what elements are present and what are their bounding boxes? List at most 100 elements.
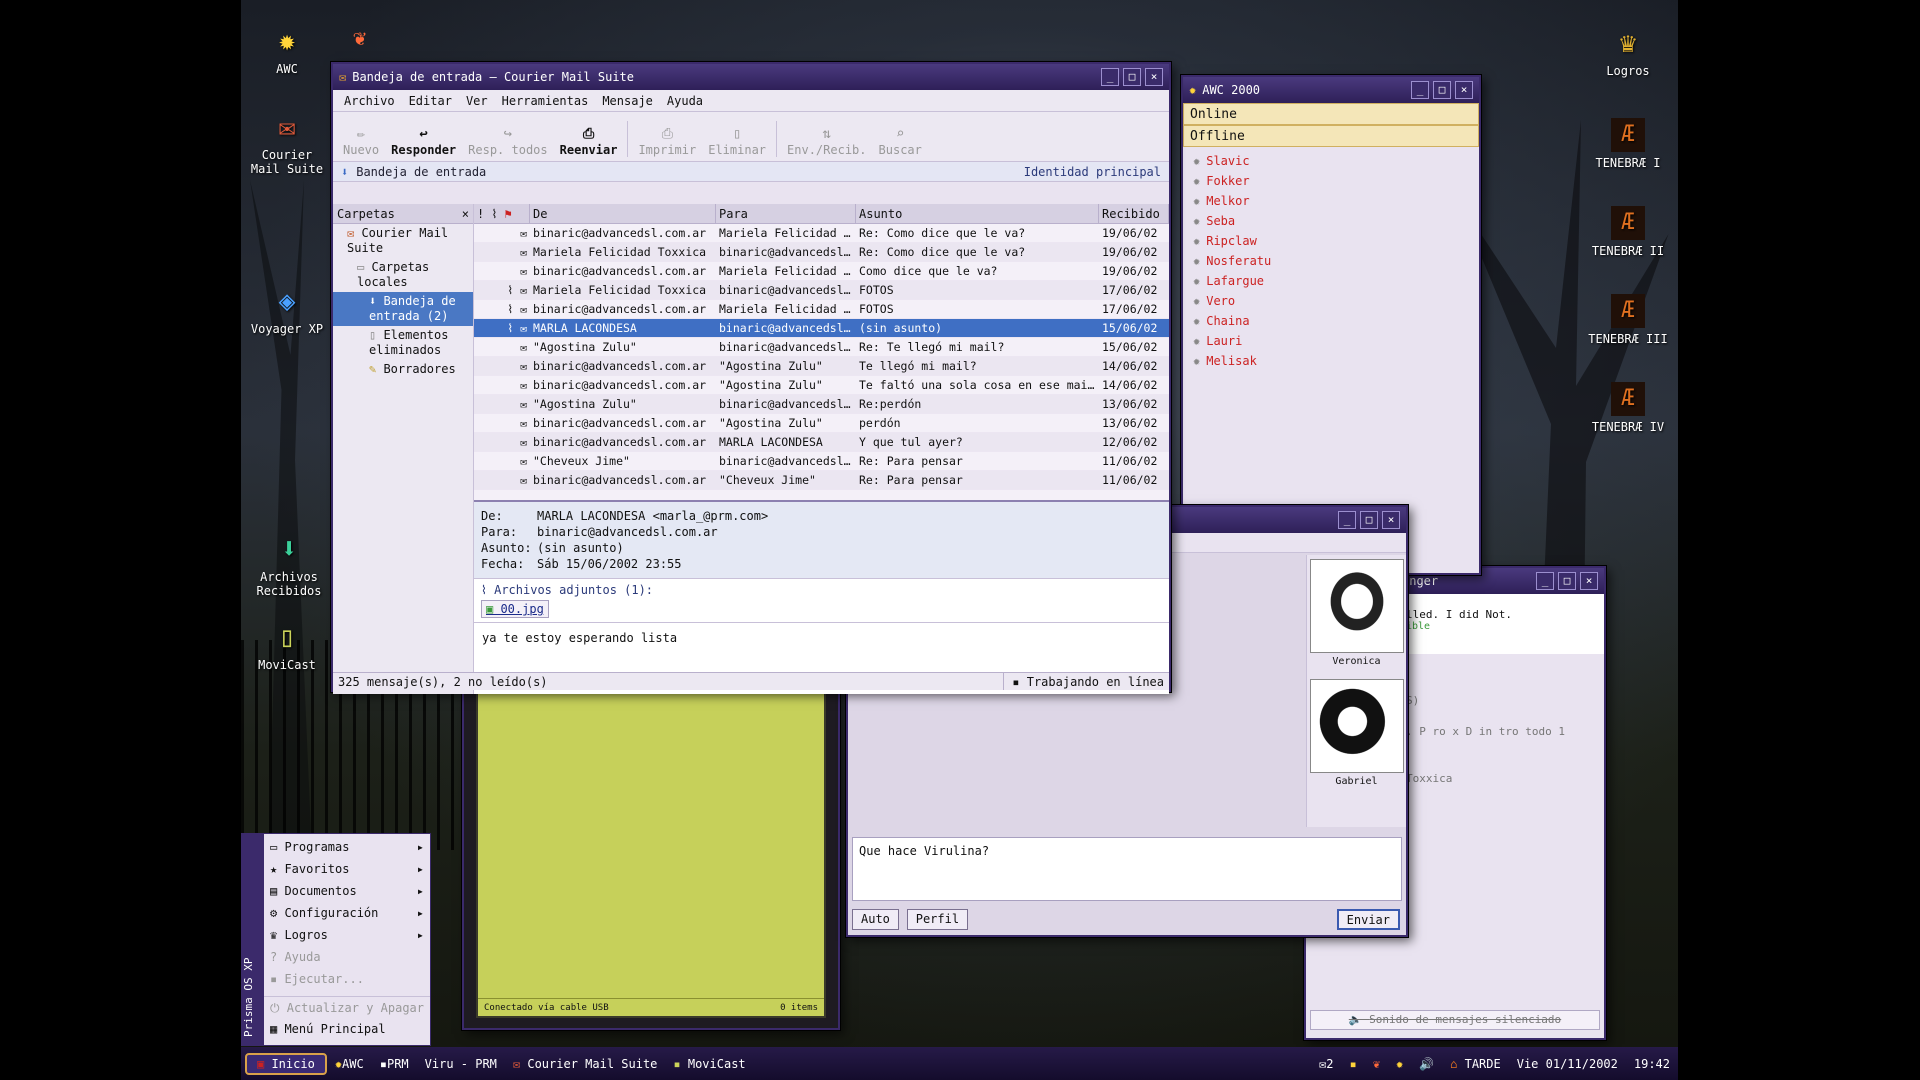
minimize-button[interactable]: _: [1411, 81, 1429, 99]
start-item-documentos[interactable]: ▤ Documentos ▸: [264, 880, 430, 902]
table-row[interactable]: ✉ "Cheveux Jime" binaric@advancedsl… Re: Pa…: [474, 452, 1169, 471]
start-item-ayuda[interactable]: ? Ayuda: [264, 946, 430, 968]
chat-input[interactable]: Que hace Virulina?: [852, 837, 1402, 901]
table-row[interactable]: ⌇ ✉ binaric@advancedsl.com.ar Mariela Feli…: [474, 300, 1169, 319]
start-item-ejecutar[interactable]: ▪ Ejecutar...: [264, 968, 430, 990]
table-row[interactable]: ⌇ ✉ MARLA LACONDESA binaric@advancedsl… (si…: [474, 319, 1169, 338]
contact-item[interactable]: ✹ Seba: [1183, 211, 1479, 231]
auto-button[interactable]: Auto: [852, 909, 899, 930]
table-row[interactable]: ✉ "Agostina Zulu" binaric@advancedsl… Re: T…: [474, 338, 1169, 357]
close-button[interactable]: ×: [1580, 572, 1598, 590]
contact-item[interactable]: ✹ Chaina: [1183, 311, 1479, 331]
contact-item[interactable]: ✹ Lafargue: [1183, 271, 1479, 291]
flags-column[interactable]: ! ⌇ ⚑: [474, 204, 530, 223]
contact-item[interactable]: ✹ Ripclaw: [1183, 231, 1479, 251]
reply-all-button[interactable]: ↪ Resp. todos: [468, 125, 547, 157]
task-movicast[interactable]: ▪ MoviCast: [673, 1057, 745, 1071]
start-item-programas[interactable]: ▭ Programas ▸: [264, 836, 430, 858]
column-from[interactable]: De: [530, 204, 716, 223]
send-button[interactable]: Enviar: [1336, 909, 1400, 930]
minimize-button[interactable]: _: [1101, 68, 1119, 86]
desktop-icon-movicast[interactable]: ▯ MoviCast: [245, 620, 329, 672]
start-item-favoritos[interactable]: ★ Favoritos ▸: [264, 858, 430, 880]
table-row[interactable]: ✉ binaric@advancedsl.com.ar MARLA LACONDES…: [474, 433, 1169, 452]
menu-ayuda[interactable]: Ayuda: [667, 94, 703, 108]
contact-item[interactable]: ✹ Nosferatu: [1183, 251, 1479, 271]
butterfly-icon[interactable]: ❦: [353, 26, 366, 51]
column-received[interactable]: Recibido: [1099, 204, 1169, 223]
new-button[interactable]: ✏ Nuevo: [343, 125, 379, 157]
desktop-icon-voyager[interactable]: ◈ Voyager XP: [245, 284, 329, 336]
desktop-icon-awc[interactable]: ✹ AWC: [245, 24, 329, 76]
sun-icon[interactable]: ✹: [1396, 1057, 1403, 1071]
attachment-file[interactable]: ▣ 00.jpg: [481, 600, 549, 618]
tray-note-icon[interactable]: ▪: [1349, 1057, 1356, 1071]
menu-ver[interactable]: Ver: [466, 94, 488, 108]
table-row[interactable]: ✉ Mariela Felicidad Toxxica binaric@advanc…: [474, 243, 1169, 262]
desktop-icon-tenebrae-2[interactable]: Æ TENEBRÆ II: [1586, 206, 1670, 258]
folder-root[interactable]: ✉ Courier Mail Suite: [333, 224, 473, 258]
butterfly-icon[interactable]: ❦: [1373, 1057, 1380, 1071]
maximize-button[interactable]: □: [1433, 81, 1451, 99]
minimize-button[interactable]: _: [1536, 572, 1554, 590]
start-item-configuracin[interactable]: ⚙ Configuración ▸: [264, 902, 430, 924]
table-row[interactable]: ✉ binaric@advancedsl.com.ar "Agostina Zulu…: [474, 376, 1169, 395]
maximize-button[interactable]: □: [1123, 68, 1141, 86]
print-button[interactable]: ⎙ Imprimir: [638, 125, 696, 157]
column-to[interactable]: Para: [716, 204, 856, 223]
contact-item[interactable]: ✹ Melisak: [1183, 351, 1479, 371]
desktop-icon-tenebrae-4[interactable]: Æ TENEBRÆ IV: [1586, 382, 1670, 434]
column-subject[interactable]: Asunto: [856, 204, 1099, 223]
task-viru[interactable]: Viru - PRM: [425, 1057, 497, 1071]
contact-item[interactable]: ✹ Melkor: [1183, 191, 1479, 211]
group-online[interactable]: Online: [1183, 103, 1479, 125]
minimize-button[interactable]: _: [1338, 511, 1356, 529]
mail-titlebar[interactable]: ✉ Bandeja de entrada – Courier Mail Suite…: [333, 64, 1169, 90]
menu-mensaje[interactable]: Mensaje: [602, 94, 653, 108]
close-button[interactable]: ×: [1455, 81, 1473, 99]
awc-titlebar[interactable]: ✹ AWC 2000 _ □ ×: [1183, 77, 1479, 103]
maximize-button[interactable]: □: [1360, 511, 1378, 529]
folder-drafts[interactable]: ✎ Borradores: [333, 360, 473, 379]
delete-button[interactable]: ▯ Eliminar: [708, 125, 766, 157]
volume-icon[interactable]: 🔊: [1419, 1057, 1434, 1071]
send-receive-button[interactable]: ⇅ Env./Recib.: [787, 125, 866, 157]
contact-item[interactable]: ✹ Vero: [1183, 291, 1479, 311]
start-item-men[interactable]: ▦ Menú Principal: [264, 1018, 430, 1040]
menu-herramientas[interactable]: Herramientas: [502, 94, 589, 108]
desktop-icon-logros[interactable]: ♛ Logros: [1586, 26, 1670, 78]
contact-item[interactable]: ✹ Fokker: [1183, 171, 1479, 191]
table-row[interactable]: ✉ binaric@advancedsl.com.ar Mariela Felici…: [474, 262, 1169, 281]
forward-button[interactable]: ⎙ Reenviar: [560, 125, 618, 157]
desktop-icon-tenebrae-3[interactable]: Æ TENEBRÆ III: [1586, 294, 1670, 346]
table-row[interactable]: ✉ "Agostina Zulu" binaric@advancedsl… Re:pe…: [474, 395, 1169, 414]
table-row[interactable]: ✉ binaric@advancedsl.com.ar "Agostina Zulu…: [474, 414, 1169, 433]
folder-inbox[interactable]: ⬇ Bandeja de entrada (2): [333, 292, 473, 326]
search-button[interactable]: ⌕ Buscar: [879, 125, 922, 157]
contact-item[interactable]: ✹ Lauri: [1183, 331, 1479, 351]
group-offline[interactable]: Offline: [1183, 125, 1479, 147]
profile-button[interactable]: Perfil: [906, 909, 969, 930]
menu-editar[interactable]: Editar: [409, 94, 452, 108]
start-item-actualizar[interactable]: ⏻ Actualizar y Apagar: [264, 996, 430, 1018]
desktop-icon-tenebrae-1[interactable]: Æ TENEBRÆ I: [1586, 118, 1670, 170]
desktop-icon-courier[interactable]: ✉ Courier Mail Suite: [245, 110, 329, 176]
close-button[interactable]: ×: [1382, 511, 1400, 529]
maximize-button[interactable]: □: [1558, 572, 1576, 590]
start-item-logros[interactable]: ♛ Logros ▸: [264, 924, 430, 946]
menu-archivo[interactable]: Archivo: [344, 94, 395, 108]
mute-button[interactable]: 🔈 Sonido de mensajes silenciado: [1310, 1010, 1600, 1030]
folder-deleted[interactable]: ▯ Elementos eliminados: [333, 326, 473, 360]
close-icon[interactable]: ×: [462, 207, 469, 221]
close-button[interactable]: ×: [1145, 68, 1163, 86]
tray-mail[interactable]: ✉2: [1319, 1057, 1333, 1071]
task-prm[interactable]: ▪PRM: [380, 1057, 409, 1071]
task-courier[interactable]: ✉ Courier Mail Suite: [513, 1057, 658, 1071]
table-row[interactable]: ⌇ ✉ Mariela Felicidad Toxxica binaric@adva…: [474, 281, 1169, 300]
reply-button[interactable]: ↩ Responder: [391, 125, 456, 157]
table-row[interactable]: ✉ binaric@advancedsl.com.ar "Cheveux Jime"…: [474, 471, 1169, 490]
task-awc[interactable]: ✹AWC: [335, 1057, 364, 1071]
contact-item[interactable]: ✹ Slavic: [1183, 151, 1479, 171]
identity-link[interactable]: Identidad principal: [1024, 165, 1161, 179]
table-row[interactable]: ✉ binaric@advancedsl.com.ar "Agostina Zulu…: [474, 357, 1169, 376]
